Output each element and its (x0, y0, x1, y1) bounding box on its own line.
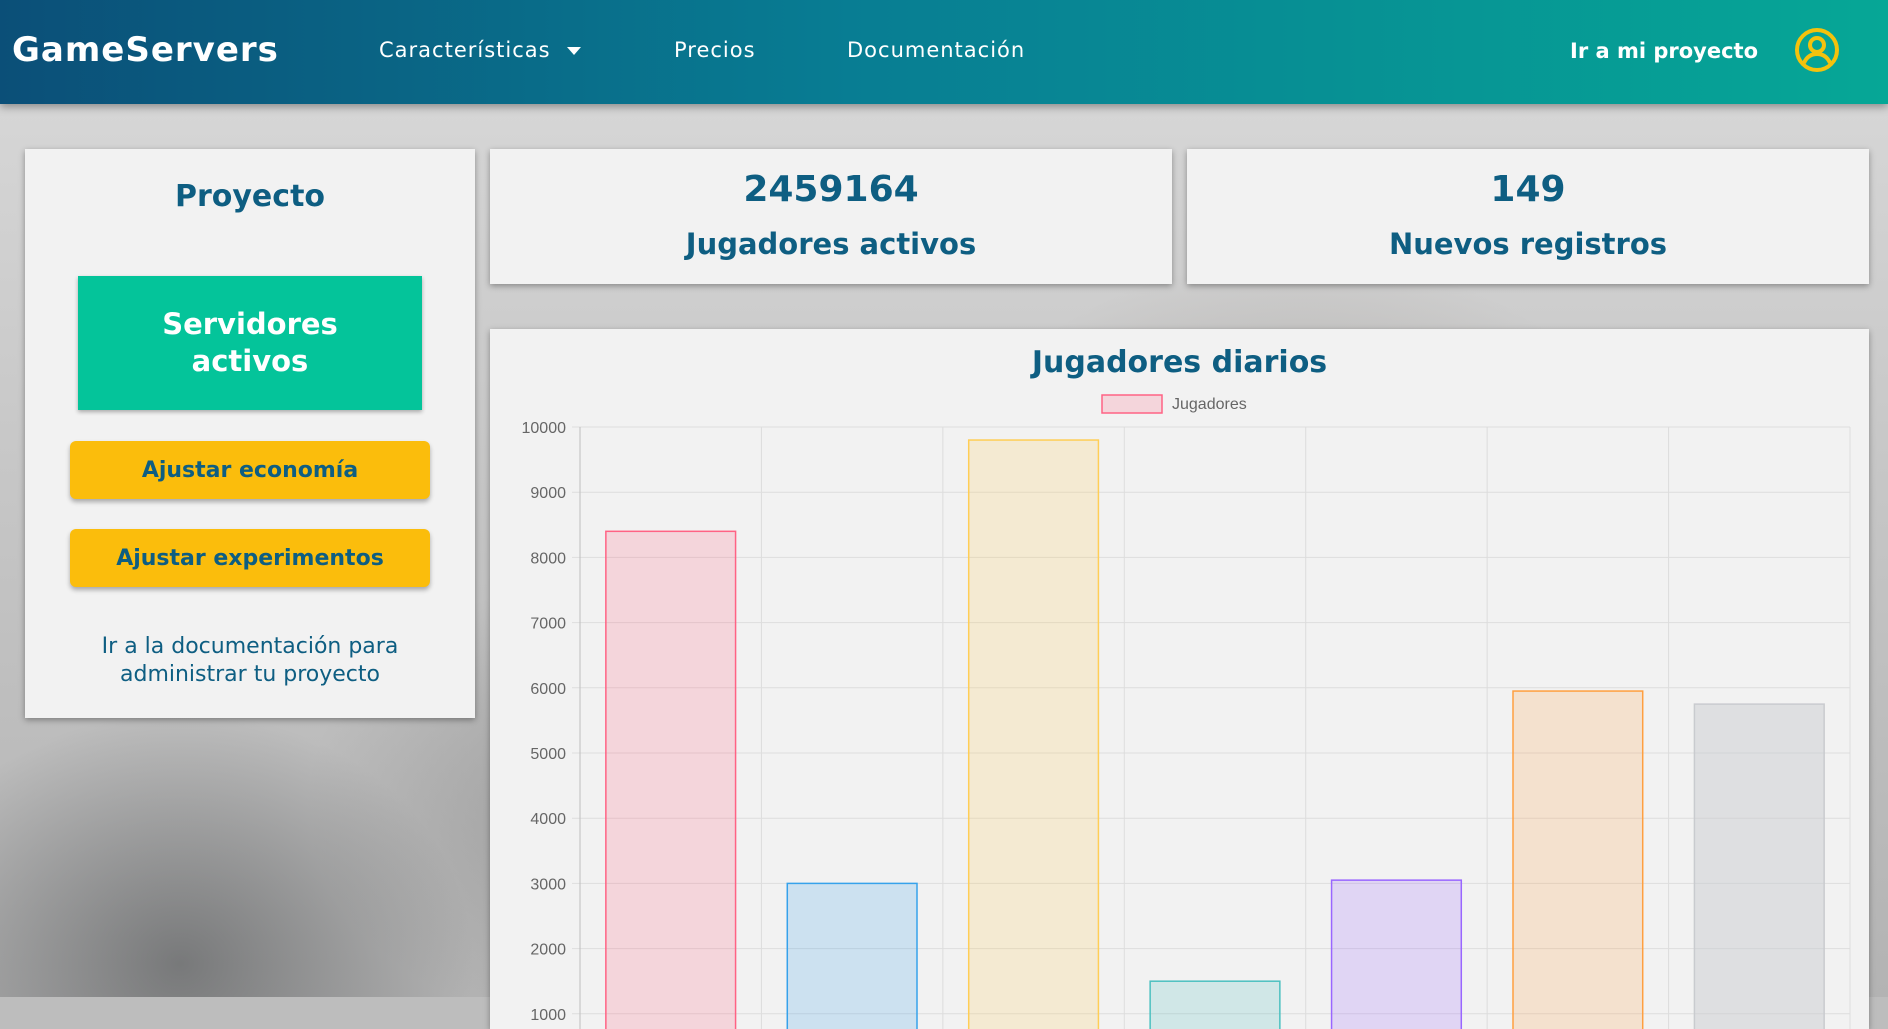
bar (967, 439, 1100, 1029)
y-tick-label: 7000 (530, 616, 566, 633)
active-servers-button[interactable]: Servidores activos (78, 276, 422, 410)
bar (605, 530, 737, 1029)
y-tick-label: 9000 (530, 485, 566, 502)
nav-item-pricing[interactable]: Precios (674, 38, 756, 62)
y-tick-label: 1000 (530, 1007, 566, 1024)
y-tick-label: 5000 (530, 746, 566, 763)
legend-label: Jugadores (1172, 396, 1247, 413)
y-tick-label: 10000 (522, 420, 567, 437)
project-sidebar: Proyecto Servidores activos Ajustar econ… (25, 149, 475, 718)
bar (1693, 703, 1825, 1029)
active-servers-label: Servidores activos (162, 307, 338, 378)
bar (1330, 879, 1463, 1029)
bar (1512, 690, 1644, 1029)
docs-link[interactable]: Ir a la documentación para administrar t… (25, 633, 475, 689)
stat-card-active-players: 2459164 Jugadores activos (490, 149, 1172, 284)
y-tick-label: 3000 (530, 876, 566, 893)
adjust-experiments-button[interactable]: Ajustar experimentos (70, 529, 430, 587)
nav-item-features[interactable]: Características (379, 38, 581, 62)
nav-item-features-label: Características (379, 38, 551, 62)
y-tick-label: 6000 (530, 681, 566, 698)
nav-item-docs[interactable]: Documentación (847, 38, 1025, 62)
daily-players-chart-card: Jugadores diarios Jugadores 1000 2000 3000 4… (490, 329, 1869, 1029)
bar (786, 882, 918, 1029)
bar (1149, 980, 1281, 1029)
chevron-down-icon (566, 47, 581, 55)
stat-value: 2459164 (743, 169, 919, 210)
y-tick-label: 8000 (530, 550, 566, 567)
stat-value: 149 (1490, 169, 1566, 210)
y-tick-label: 4000 (530, 811, 566, 828)
adjust-economy-button[interactable]: Ajustar economía (70, 441, 430, 499)
legend-swatch (1101, 394, 1163, 414)
stat-label: Nuevos registros (1388, 227, 1668, 261)
bar-chart: Jugadores 1000 2000 3000 4000 5000 6000 7000 800… (522, 394, 1851, 1029)
sidebar-title: Proyecto (174, 179, 326, 214)
logo[interactable]: GameServers (12, 30, 279, 70)
stat-card-new-registrations: 149 Nuevos registros (1187, 149, 1869, 284)
user-circle-icon[interactable] (1794, 27, 1840, 73)
stat-label: Jugadores activos (685, 227, 977, 261)
navbar: GameServers Características Precios Docu… (0, 0, 1888, 104)
docs-link-label: Ir a la documentación para administrar t… (101, 634, 399, 687)
y-tick-label: 2000 (530, 942, 566, 959)
go-to-project-link[interactable]: Ir a mi proyecto (1570, 39, 1758, 63)
